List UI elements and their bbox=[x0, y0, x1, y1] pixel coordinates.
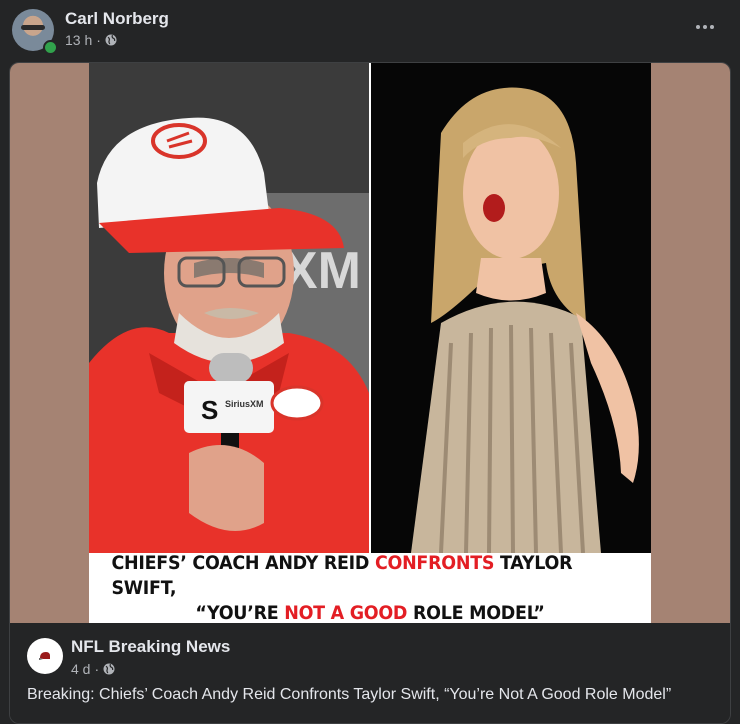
page-meta: 4 d · bbox=[71, 661, 115, 677]
helmet-logo-icon bbox=[39, 652, 50, 660]
caption-highlight: NOT A GOOD bbox=[284, 601, 408, 624]
caption-line-2: “YOU’RE NOT A GOOD ROLE MODEL” bbox=[195, 601, 544, 626]
page-name[interactable]: NFL Breaking News bbox=[71, 637, 230, 657]
author-name[interactable]: Carl Norberg bbox=[65, 9, 169, 29]
page-post-time[interactable]: 4 d bbox=[71, 661, 90, 677]
more-horizontal-icon bbox=[696, 25, 700, 29]
mic-flag-brand: SiriusXM bbox=[225, 399, 264, 409]
shared-post-card[interactable]: sXM S SiriusXM CHIEFS’ COACH ANDY REID C… bbox=[9, 62, 731, 724]
shared-post-footer: NFL Breaking News 4 d · Breaking: Chiefs… bbox=[10, 623, 730, 723]
photo-collage: sXM S SiriusXM CHIEFS’ COACH ANDY REID C… bbox=[89, 63, 651, 626]
post-meta: 13 h · bbox=[65, 32, 117, 48]
shared-image[interactable]: sXM S SiriusXM CHIEFS’ COACH ANDY REID C… bbox=[10, 63, 730, 626]
shared-post-text: Breaking: Chiefs’ Coach Andy Reid Confro… bbox=[27, 686, 672, 703]
page-avatar[interactable] bbox=[27, 638, 63, 674]
mic-flag-letter: S bbox=[201, 395, 218, 425]
image-caption: CHIEFS’ COACH ANDY REID CONFRONTS TAYLOR… bbox=[111, 551, 629, 626]
caption-text: ROLE MODEL” bbox=[407, 601, 545, 624]
post-time[interactable]: 13 h bbox=[65, 32, 92, 48]
post-header: Carl Norberg 13 h · bbox=[0, 0, 740, 60]
caption-line-1: CHIEFS’ COACH ANDY REID CONFRONTS TAYLOR… bbox=[111, 551, 628, 601]
caption-highlight: CONFRONTS bbox=[374, 551, 495, 574]
globe-icon[interactable] bbox=[105, 34, 117, 46]
taylor-swift-illustration bbox=[371, 63, 651, 553]
caption-text: “YOU’RE bbox=[195, 601, 285, 624]
more-options-button[interactable] bbox=[690, 12, 720, 42]
taylor-swift-photo bbox=[371, 63, 651, 553]
andy-reid-illustration: sXM S SiriusXM bbox=[89, 63, 369, 553]
globe-icon[interactable] bbox=[103, 663, 115, 675]
caption-text: CHIEFS’ COACH ANDY REID bbox=[111, 551, 375, 574]
andy-reid-photo: sXM S SiriusXM bbox=[89, 63, 369, 553]
online-status-dot bbox=[43, 40, 58, 55]
meta-separator: · bbox=[96, 32, 101, 48]
meta-separator: · bbox=[94, 661, 100, 677]
